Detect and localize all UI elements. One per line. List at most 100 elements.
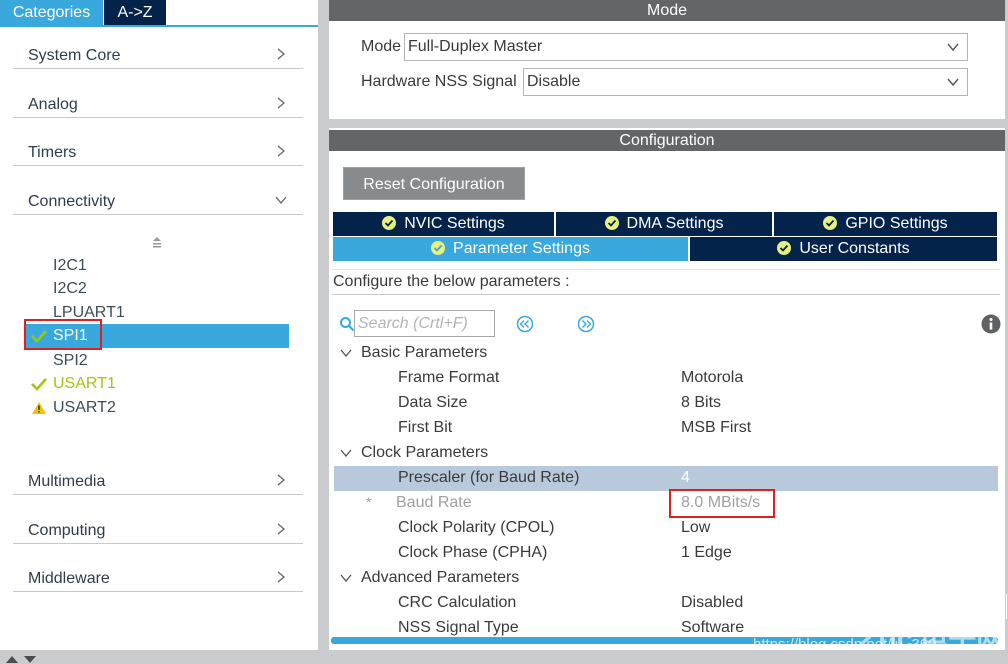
tab-gpio-settings[interactable]: GPIO Settings xyxy=(774,212,997,236)
bottom-bar xyxy=(0,650,1008,664)
nss-label: Hardware NSS Signal xyxy=(361,73,517,90)
left-panel: Categories A->Z System Core Analog Timer… xyxy=(0,0,318,650)
category-tabs: Categories A->Z xyxy=(0,0,318,27)
mode-panel: Mode Mode Full-Duplex Master Hardware NS… xyxy=(329,0,1005,119)
group-label: Advanced Parameters xyxy=(361,569,520,586)
configuration-header: Configuration xyxy=(329,130,1005,151)
param-baud-rate[interactable]: * Baud Rate 8.0 MBits/s xyxy=(334,491,998,516)
tab-label: User Constants xyxy=(799,240,910,257)
param-frame-format[interactable]: Frame Format Motorola xyxy=(334,366,998,391)
param-crc-calculation[interactable]: CRC Calculation Disabled xyxy=(334,591,998,616)
mode-label: Mode xyxy=(361,38,402,55)
cell-divider xyxy=(1006,594,1007,619)
param-name: Clock Phase (CPHA) xyxy=(398,544,548,561)
mode-select[interactable]: Full-Duplex Master xyxy=(404,33,968,61)
param-name: NSS Signal Type xyxy=(398,619,519,636)
mode-select-value: Full-Duplex Master xyxy=(408,38,543,55)
category-middleware[interactable]: Middleware xyxy=(13,564,303,592)
peripheral-usart2[interactable]: USART2 xyxy=(26,396,146,420)
chevron-down-icon xyxy=(340,574,352,582)
tab-categories[interactable]: Categories xyxy=(0,0,103,25)
highlight-box xyxy=(669,489,775,518)
peripheral-spi2[interactable]: SPI2 xyxy=(26,349,146,373)
nss-select[interactable]: Disable xyxy=(523,68,968,96)
param-value: Disabled xyxy=(681,594,744,611)
category-multimedia[interactable]: Multimedia xyxy=(13,467,303,495)
chevron-right-icon xyxy=(277,523,286,535)
param-first-bit[interactable]: First Bit MSB First xyxy=(334,416,998,441)
category-label: Connectivity xyxy=(28,193,116,210)
peripheral-i2c2[interactable]: I2C2 xyxy=(26,277,146,301)
tab-user-constants[interactable]: User Constants xyxy=(690,237,997,261)
chevron-down-icon xyxy=(275,196,287,205)
category-label: Middleware xyxy=(28,570,110,587)
group-advanced-parameters[interactable]: Advanced Parameters xyxy=(334,566,998,591)
group-label: Basic Parameters xyxy=(361,344,488,361)
tab-label: Parameter Settings xyxy=(453,240,590,257)
previous-icon[interactable] xyxy=(516,315,534,333)
param-value: 1 Edge xyxy=(681,544,732,561)
param-value: Software xyxy=(681,619,745,636)
chevron-right-icon xyxy=(277,145,286,157)
category-label: Computing xyxy=(28,522,106,539)
chevron-right-icon xyxy=(277,474,286,486)
reset-configuration-button[interactable]: Reset Configuration xyxy=(343,167,525,200)
param-clock-polarity[interactable]: Clock Polarity (CPOL) Low xyxy=(334,516,998,541)
check-circle-icon xyxy=(604,216,619,230)
param-clock-phase[interactable]: Clock Phase (CPHA) 1 Edge xyxy=(334,541,998,566)
group-label: Clock Parameters xyxy=(361,444,489,461)
parameters-description: Configure the below parameters : xyxy=(332,269,1000,295)
category-label: Timers xyxy=(28,144,77,161)
peripheral-label: I2C2 xyxy=(53,280,87,297)
chevron-down-icon xyxy=(947,78,959,87)
category-system-core[interactable]: System Core xyxy=(13,41,303,69)
description-text: Configure the below parameters : xyxy=(333,273,570,290)
peripheral-label: SPI2 xyxy=(53,352,88,369)
tab-a-to-z[interactable]: A->Z xyxy=(104,0,166,25)
param-name: Clock Polarity (CPOL) xyxy=(398,519,555,536)
info-icon[interactable] xyxy=(981,314,1001,334)
category-label: Multimedia xyxy=(28,473,106,490)
check-circle-icon xyxy=(777,241,792,255)
group-basic-parameters[interactable]: Basic Parameters xyxy=(334,341,998,366)
category-label: System Core xyxy=(28,47,121,64)
param-value: 8 Bits xyxy=(681,394,722,411)
check-circle-icon xyxy=(823,216,838,230)
collapse-arrow-icon[interactable] xyxy=(151,235,163,249)
tab-label: GPIO Settings xyxy=(845,215,948,232)
param-name: First Bit xyxy=(398,419,453,436)
param-value: Low xyxy=(681,519,711,536)
warning-icon xyxy=(32,402,46,414)
param-data-size[interactable]: Data Size 8 Bits xyxy=(334,391,998,416)
chevron-right-icon xyxy=(277,571,286,583)
chevron-down-icon xyxy=(340,349,352,357)
peripheral-usart1[interactable]: USART1 xyxy=(26,372,146,396)
search-icon xyxy=(340,317,355,332)
collapse-panel-icon[interactable] xyxy=(4,653,38,664)
check-circle-icon xyxy=(431,241,446,255)
param-value: 4 xyxy=(681,469,690,486)
next-icon[interactable] xyxy=(577,315,595,333)
chevron-down-icon xyxy=(340,449,352,457)
configuration-panel: Configuration Reset Configuration NVIC S… xyxy=(329,128,1007,650)
tab-label: DMA Settings xyxy=(626,215,724,232)
chevron-down-icon xyxy=(947,43,959,52)
category-analog[interactable]: Analog xyxy=(13,90,303,118)
search-input[interactable] xyxy=(354,310,495,337)
derived-marker: * xyxy=(366,494,372,510)
tab-dma-settings[interactable]: DMA Settings xyxy=(556,212,772,236)
param-prescaler[interactable]: Prescaler (for Baud Rate) 4 xyxy=(334,466,998,491)
peripheral-i2c1[interactable]: I2C1 xyxy=(26,254,146,278)
nss-select-value: Disable xyxy=(527,73,581,90)
tab-nvic-settings[interactable]: NVIC Settings xyxy=(333,212,554,236)
group-clock-parameters[interactable]: Clock Parameters xyxy=(334,441,998,466)
tab-parameter-settings[interactable]: Parameter Settings xyxy=(333,237,688,261)
peripheral-label: USART1 xyxy=(53,375,116,392)
highlight-box xyxy=(24,319,102,350)
chevron-right-icon xyxy=(277,97,286,109)
category-computing[interactable]: Computing xyxy=(13,516,303,544)
param-value: MSB First xyxy=(681,419,752,436)
category-timers[interactable]: Timers xyxy=(13,138,303,166)
category-connectivity[interactable]: Connectivity xyxy=(13,187,303,215)
tab-label: NVIC Settings xyxy=(404,215,505,232)
